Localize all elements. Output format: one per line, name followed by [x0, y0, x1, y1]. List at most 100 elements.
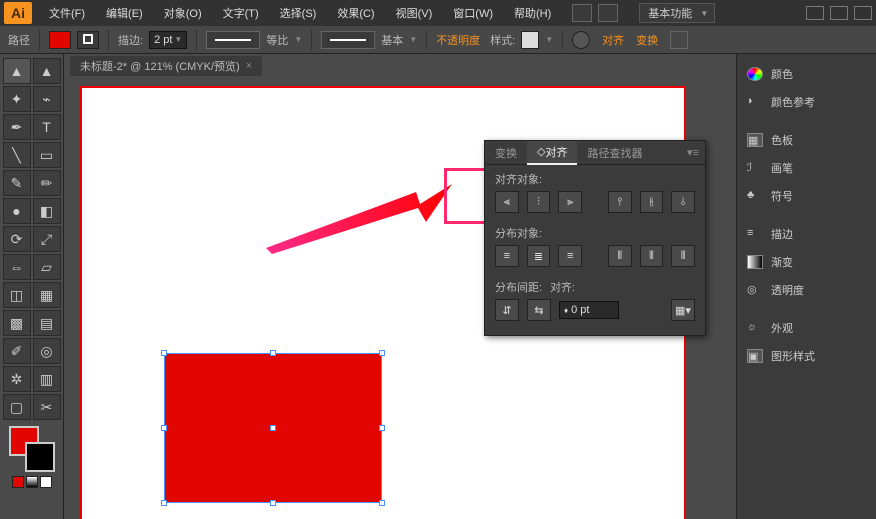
profile-line-preview[interactable] — [206, 31, 260, 49]
paintbrush-tool[interactable]: ✎ — [3, 170, 31, 196]
symbol-sprayer-tool[interactable]: ✲ — [3, 366, 31, 392]
free-transform-tool[interactable]: ▱ — [33, 254, 61, 280]
scale-tool[interactable]: ⤢ — [33, 226, 61, 252]
dist-right-button[interactable]: ⦀ — [671, 245, 695, 267]
handle-e[interactable] — [379, 425, 385, 431]
menu-select[interactable]: 选择(S) — [270, 0, 327, 26]
panel-stroke[interactable]: ≡描边 — [737, 220, 876, 248]
dist-hcenter-button[interactable]: ⦀ — [640, 245, 664, 267]
fill-swatch[interactable] — [49, 31, 71, 49]
panel-swatches[interactable]: ▦色板 — [737, 126, 876, 154]
blob-brush-tool[interactable]: ● — [3, 198, 31, 224]
menu-view[interactable]: 视图(V) — [386, 0, 443, 26]
handle-w[interactable] — [161, 425, 167, 431]
align-right-button[interactable]: ⫸ — [558, 191, 582, 213]
pen-tool[interactable]: ✒ — [3, 114, 31, 140]
width-tool[interactable]: ⇔ — [3, 254, 31, 280]
recolor-icon[interactable] — [572, 31, 590, 49]
handle-n[interactable] — [270, 350, 276, 356]
color-mode-solid[interactable] — [12, 476, 24, 488]
handle-sw[interactable] — [161, 500, 167, 506]
panel-graphic-styles[interactable]: ▣图形样式 — [737, 342, 876, 370]
direct-selection-tool[interactable]: ▲ — [33, 58, 61, 84]
panel-appearance[interactable]: ☼外观 — [737, 314, 876, 342]
eyedropper-tool[interactable]: ✐ — [3, 338, 31, 364]
style-swatch[interactable] — [521, 31, 539, 49]
eraser-tool[interactable]: ◧ — [33, 198, 61, 224]
menu-type[interactable]: 文字(T) — [213, 0, 269, 26]
line-tool[interactable]: ╲ — [3, 142, 31, 168]
panel-brushes[interactable]: ℐ画笔 — [737, 154, 876, 182]
align-bottom-button[interactable]: ⫰ — [671, 191, 695, 213]
blend-tool[interactable]: ◎ — [33, 338, 61, 364]
artboard-tool[interactable]: ▢ — [3, 394, 31, 420]
transform-label[interactable]: 变换 — [636, 32, 658, 48]
close-button[interactable] — [854, 6, 872, 20]
dist-bottom-button[interactable]: ≡ — [558, 245, 582, 267]
tab-transform[interactable]: 变换 — [485, 141, 527, 165]
stroke-color-swatch[interactable] — [25, 442, 55, 472]
align-top-button[interactable]: ⫯ — [608, 191, 632, 213]
handle-s[interactable] — [270, 500, 276, 506]
spacing-input[interactable]: ♦0 pt — [559, 301, 619, 319]
handle-se[interactable] — [379, 500, 385, 506]
arrange-docs-icon[interactable] — [598, 4, 618, 22]
gradient-tool[interactable]: ▤ — [33, 310, 61, 336]
menu-object[interactable]: 对象(O) — [154, 0, 212, 26]
panel-color[interactable]: 颜色 — [737, 60, 876, 88]
panel-transparency[interactable]: ◎透明度 — [737, 276, 876, 304]
align-label[interactable]: 对齐 — [602, 32, 624, 48]
handle-center[interactable] — [270, 425, 276, 431]
perspective-tool[interactable]: ▦ — [33, 282, 61, 308]
handle-ne[interactable] — [379, 350, 385, 356]
menu-help[interactable]: 帮助(H) — [504, 0, 561, 26]
menu-file[interactable]: 文件(F) — [39, 0, 95, 26]
align-hcenter-button[interactable]: ⫶ — [527, 191, 551, 213]
tab-align[interactable]: ◇ 对齐 — [527, 141, 577, 165]
stroke-weight-input[interactable]: 2 pt▼ — [149, 31, 187, 49]
type-tool[interactable]: T — [33, 114, 61, 140]
magic-wand-tool[interactable]: ✦ — [3, 86, 31, 112]
selection-tool[interactable]: ▲ — [3, 58, 31, 84]
menu-effect[interactable]: 效果(C) — [327, 0, 384, 26]
handle-nw[interactable] — [161, 350, 167, 356]
menu-edit[interactable]: 编辑(E) — [96, 0, 153, 26]
rotate-tool[interactable]: ⟳ — [3, 226, 31, 252]
tab-pathfinder[interactable]: 路径查找器 — [577, 141, 652, 165]
selected-rectangle-shape[interactable] — [164, 353, 382, 503]
graph-tool[interactable]: ▥ — [33, 366, 61, 392]
shape-builder-tool[interactable]: ◫ — [3, 282, 31, 308]
dist-v-space-button[interactable]: ⇵ — [495, 299, 519, 321]
document-tab-close[interactable]: × — [246, 60, 252, 72]
opacity-label[interactable]: 不透明度 — [436, 32, 480, 48]
fill-stroke-box[interactable] — [9, 426, 55, 472]
align-left-button[interactable]: ⫷ — [495, 191, 519, 213]
rectangle-tool[interactable]: ▭ — [33, 142, 61, 168]
color-mode-none[interactable] — [40, 476, 52, 488]
maximize-button[interactable] — [830, 6, 848, 20]
menu-window[interactable]: 窗口(W) — [443, 0, 503, 26]
dist-h-space-button[interactable]: ⇆ — [527, 299, 551, 321]
document-tab[interactable]: 未标题-2* @ 121% (CMYK/预览) × — [70, 56, 262, 76]
pencil-tool[interactable]: ✏ — [33, 170, 61, 196]
panel-gradient[interactable]: 渐变 — [737, 248, 876, 276]
slice-tool[interactable]: ✂ — [33, 394, 61, 420]
panel-color-guide[interactable]: ◗颜色参考 — [737, 88, 876, 116]
align-vcenter-button[interactable]: ⫲ — [640, 191, 664, 213]
align-to-dropdown[interactable]: ▦▾ — [671, 299, 695, 321]
canvas[interactable]: 变换 ◇ 对齐 路径查找器 ▾≡ 对齐对象: ⫷ ⫶ ⫸ ⫯ ⫲ ⫰ — [66, 78, 736, 519]
mesh-tool[interactable]: ▩ — [3, 310, 31, 336]
workspace-dropdown[interactable]: 基本功能 — [639, 3, 715, 23]
isolate-icon[interactable] — [670, 31, 688, 49]
lasso-tool[interactable]: ⌁ — [33, 86, 61, 112]
stroke-swatch[interactable] — [77, 31, 99, 49]
panel-menu-icon[interactable]: ▾≡ — [681, 146, 705, 159]
dist-vcenter-button[interactable]: ≣ — [527, 245, 551, 267]
brush-preview[interactable] — [321, 31, 375, 49]
panel-symbols[interactable]: ♣符号 — [737, 182, 876, 210]
dist-left-button[interactable]: ⦀ — [608, 245, 632, 267]
dist-top-button[interactable]: ≡ — [495, 245, 519, 267]
color-mode-gradient[interactable] — [26, 476, 38, 488]
minimize-button[interactable] — [806, 6, 824, 20]
bridge-icon[interactable] — [572, 4, 592, 22]
